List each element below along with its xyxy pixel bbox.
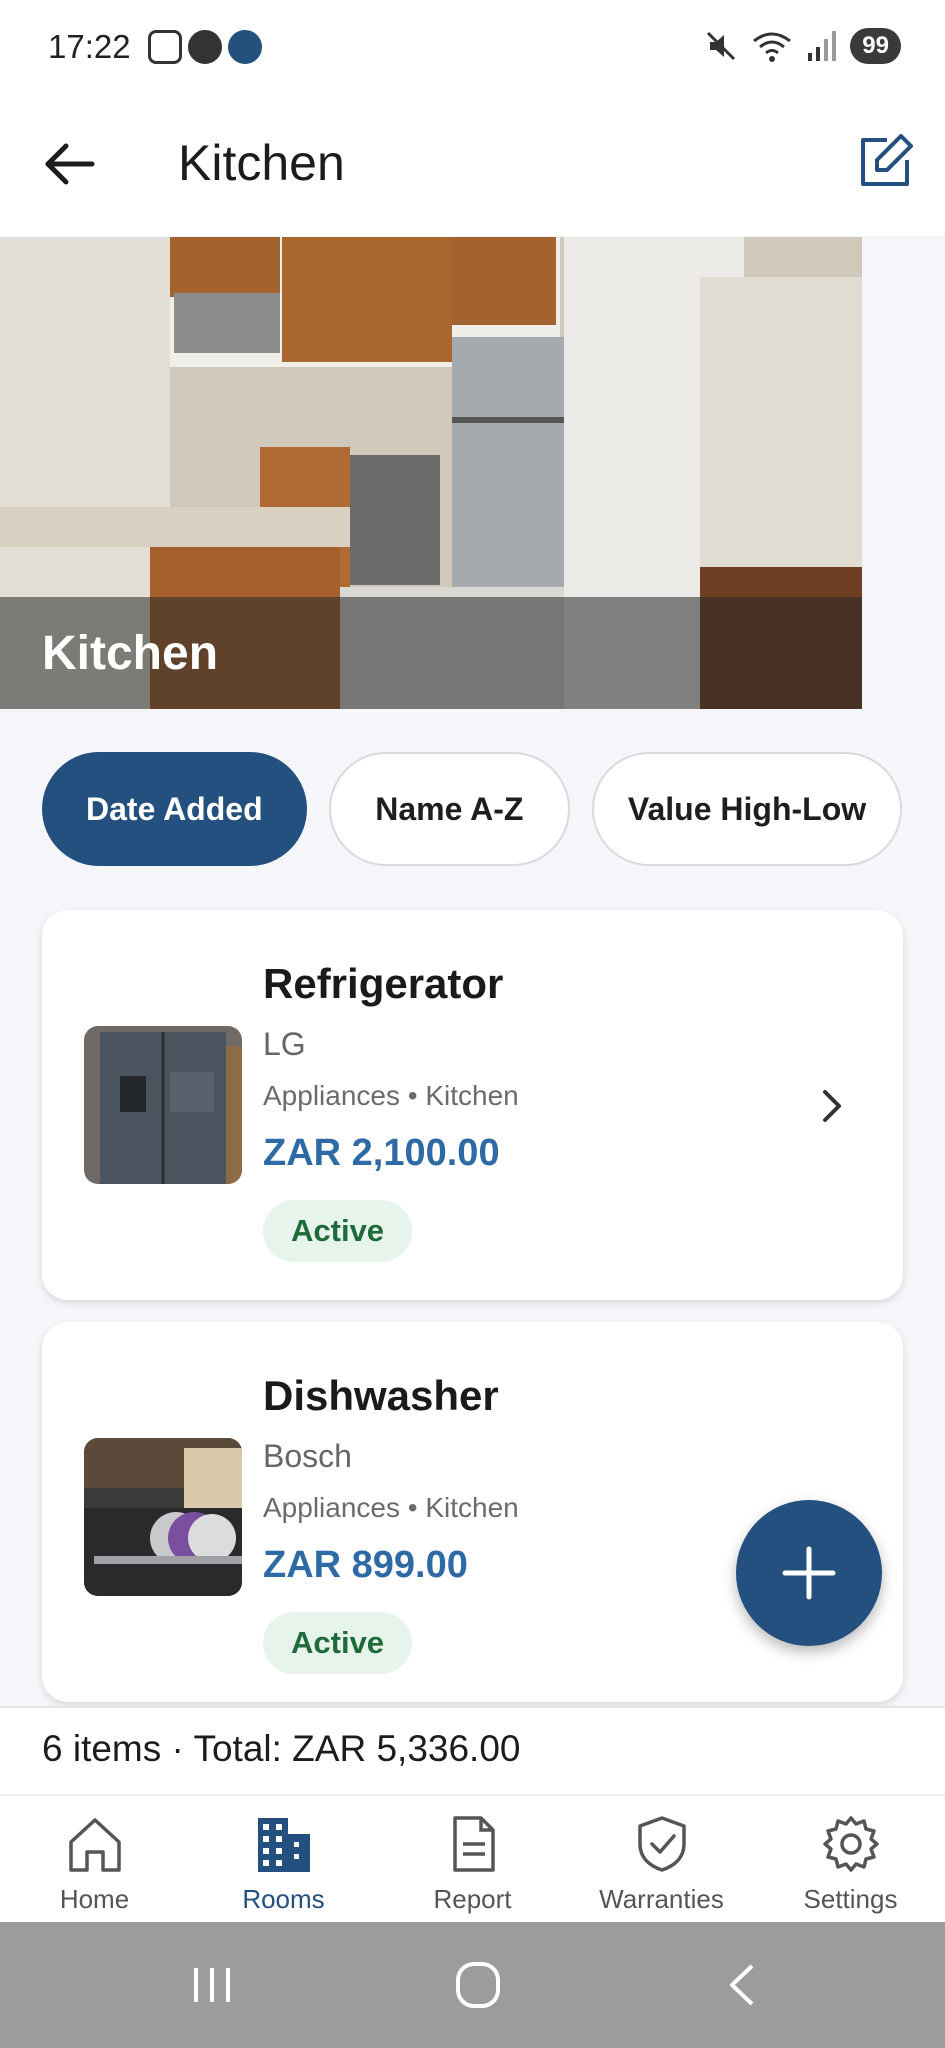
nav-label: Home <box>59 1884 130 1914</box>
back-nav-icon[interactable] <box>714 1960 774 2010</box>
refrigerator-photo <box>84 1026 242 1184</box>
nav-item-rooms[interactable]: Rooms <box>189 1796 378 1922</box>
status-badge: Active <box>263 1200 413 1262</box>
item-price: ZAR 899.00 <box>263 1544 468 1586</box>
signal-icon <box>808 31 837 61</box>
items-summary-bar: 6 items · Total: ZAR 5,336.00 <box>0 1706 945 1794</box>
nav-item-home[interactable]: Home <box>0 1796 189 1922</box>
home-circle-icon[interactable] <box>448 1960 508 2010</box>
bottom-navigation: Home Rooms Report Warranties Settings <box>0 1794 945 1922</box>
item-brand: LG <box>263 1026 306 1062</box>
item-thumbnail <box>84 1026 242 1184</box>
arrow-left-icon[interactable] <box>40 134 100 194</box>
mute-icon <box>707 31 736 61</box>
chip-name-a-z[interactable]: Name A-Z <box>328 752 570 866</box>
nav-label: Report <box>433 1884 512 1914</box>
recent-apps-icon[interactable] <box>182 1960 242 2010</box>
room-hero-image: Kitchen <box>0 237 862 709</box>
document-icon <box>452 1816 495 1872</box>
system-navigation-bar <box>0 1922 945 2048</box>
item-category: Appliances • Kitchen <box>263 1492 519 1523</box>
add-item-button[interactable] <box>736 1500 882 1646</box>
nav-item-settings[interactable]: Settings <box>756 1796 945 1922</box>
wifi-icon <box>753 32 792 62</box>
item-price: ZAR 2,100.00 <box>263 1132 500 1174</box>
app-bar: Kitchen <box>0 96 945 236</box>
item-category: Appliances • Kitchen <box>263 1080 519 1111</box>
shield-check-icon <box>637 1816 686 1872</box>
nav-label: Warranties <box>599 1884 724 1914</box>
home-icon <box>68 1818 121 1872</box>
screenshot-icon <box>148 30 182 64</box>
home-badge-icon <box>228 30 262 64</box>
gear-icon <box>822 1816 879 1872</box>
nav-label: Rooms <box>242 1884 325 1914</box>
status-bar: 17:22 99 <box>0 0 945 96</box>
edit-icon[interactable] <box>853 132 915 194</box>
nav-item-report[interactable]: Report <box>378 1796 567 1922</box>
building-icon <box>257 1818 310 1872</box>
chevron-right-icon[interactable] <box>811 1086 851 1126</box>
item-name: Refrigerator <box>263 960 504 1007</box>
status-notification-icons <box>148 30 262 64</box>
battery-indicator: 99 <box>850 28 901 64</box>
items-total-summary: 6 items · Total: ZAR 5,336.00 <box>42 1728 521 1769</box>
chip-value-high-low[interactable]: Value High-Low <box>592 752 902 866</box>
status-time: 17:22 <box>48 28 131 65</box>
nav-label: Settings <box>803 1884 898 1914</box>
dishwasher-photo <box>84 1438 242 1596</box>
chip-date-added[interactable]: Date Added <box>42 752 307 866</box>
status-system-icons: 99 <box>704 28 901 64</box>
item-brand: Bosch <box>263 1438 352 1474</box>
item-name: Dishwasher <box>263 1372 499 1419</box>
plus-icon <box>782 1546 836 1600</box>
item-card-refrigerator[interactable]: Refrigerator LG Appliances • Kitchen ZAR… <box>42 910 903 1300</box>
item-thumbnail <box>84 1438 242 1596</box>
nav-item-warranties[interactable]: Warranties <box>567 1796 756 1922</box>
sort-chips: Date Added Name A-Z Value High-Low <box>42 752 902 866</box>
status-badge: Active <box>263 1612 413 1674</box>
page-title: Kitchen <box>178 135 345 191</box>
shield-check-icon <box>188 30 222 64</box>
hero-title: Kitchen <box>42 627 219 680</box>
